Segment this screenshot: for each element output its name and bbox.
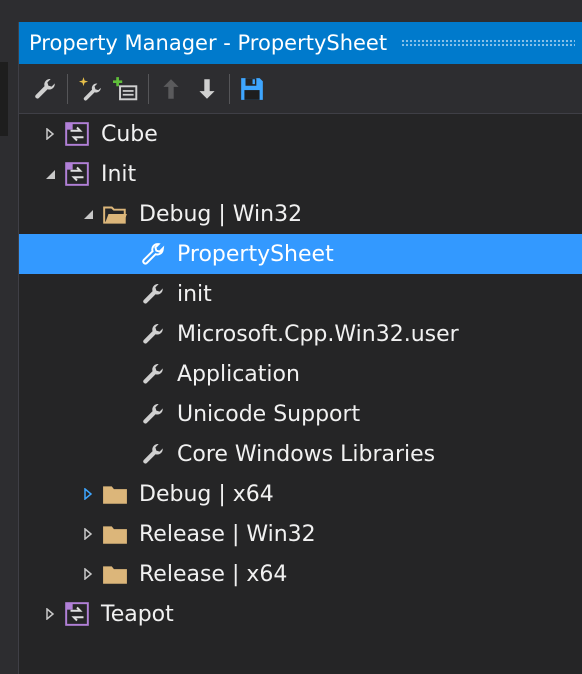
tree-item[interactable]: Unicode Support xyxy=(19,394,582,434)
property-sheet-icon xyxy=(139,280,167,308)
dock-notch xyxy=(0,62,8,136)
left-dock-strip xyxy=(0,0,19,674)
drag-grip[interactable] xyxy=(401,39,575,47)
save-icon xyxy=(241,77,263,100)
property-manager-panel: Property Manager - PropertySheet Cube Ini… xyxy=(18,22,582,674)
window-top-gap xyxy=(18,0,582,22)
toolbar-separator xyxy=(229,73,230,104)
tree-item-label: Init xyxy=(101,161,137,187)
wrench-icon xyxy=(35,78,55,99)
folder-icon xyxy=(101,560,129,588)
tree-item[interactable]: Release | Win32 xyxy=(19,514,582,554)
tree-item[interactable]: Teapot xyxy=(19,594,582,634)
tree-item-label: Debug | x64 xyxy=(139,481,274,507)
tree-expander-spacer xyxy=(119,407,133,421)
property-sheet-icon xyxy=(139,440,167,468)
tree-item[interactable]: Core Windows Libraries xyxy=(19,434,582,474)
property-sheet-icon xyxy=(139,240,167,268)
folder-icon xyxy=(101,480,129,508)
tree-item-label: Application xyxy=(177,361,300,387)
tree-item-label: Microsoft.Cpp.Win32.user xyxy=(177,321,459,347)
tree-item-label: Release | Win32 xyxy=(139,521,316,547)
expand-triangle-icon[interactable] xyxy=(81,527,95,541)
tree-item-label: init xyxy=(177,281,212,307)
tree-item[interactable]: Release | x64 xyxy=(19,554,582,594)
save-button[interactable] xyxy=(234,71,270,107)
tree-expander-spacer xyxy=(119,367,133,381)
tree-item[interactable]: PropertySheet xyxy=(19,234,582,274)
new-property-sheet-button[interactable] xyxy=(72,71,108,107)
tree-item[interactable]: Debug | x64 xyxy=(19,474,582,514)
properties-button[interactable] xyxy=(27,71,63,107)
property-sheet-icon xyxy=(139,400,167,428)
tree-item-label: Cube xyxy=(101,121,158,147)
tree-item[interactable]: Init xyxy=(19,154,582,194)
property-sheet-icon xyxy=(139,360,167,388)
folder-icon xyxy=(101,520,129,548)
property-sheet-icon xyxy=(139,320,167,348)
tree-item-label: Unicode Support xyxy=(177,401,361,427)
collapse-triangle-icon[interactable] xyxy=(43,167,57,181)
tree-expander-spacer xyxy=(119,287,133,301)
panel-title: Property Manager - PropertySheet xyxy=(29,31,388,55)
move-up-button[interactable] xyxy=(153,71,189,107)
arrow-down-icon xyxy=(199,78,215,99)
tree-expander-spacer xyxy=(119,247,133,261)
tree-item-label: Release | x64 xyxy=(139,561,288,587)
toolbar-separator xyxy=(67,73,68,104)
move-down-button[interactable] xyxy=(189,71,225,107)
panel-title-bar[interactable]: Property Manager - PropertySheet xyxy=(19,22,582,64)
tree-expander-spacer xyxy=(119,447,133,461)
project-icon xyxy=(63,120,91,148)
toolbar xyxy=(19,64,582,114)
collapse-triangle-icon[interactable] xyxy=(81,207,95,221)
tree-item-label: PropertySheet xyxy=(177,241,334,267)
folder-open-icon xyxy=(101,200,129,228)
add-existing-sheet-icon xyxy=(113,76,138,100)
add-existing-sheet-button[interactable] xyxy=(108,71,144,107)
tree-item-label: Core Windows Libraries xyxy=(177,441,436,467)
tree-item[interactable]: Application xyxy=(19,354,582,394)
arrow-up-icon xyxy=(163,78,179,99)
tree-expander-spacer xyxy=(119,327,133,341)
project-icon xyxy=(63,160,91,188)
tree-item-label: Debug | Win32 xyxy=(139,201,303,227)
expand-triangle-icon[interactable] xyxy=(43,607,57,621)
project-icon xyxy=(63,600,91,628)
toolbar-separator xyxy=(148,73,149,104)
tree-item-label: Teapot xyxy=(101,601,174,627)
tree-item[interactable]: Debug | Win32 xyxy=(19,194,582,234)
new-property-sheet-icon xyxy=(78,76,101,101)
tree-item[interactable]: Microsoft.Cpp.Win32.user xyxy=(19,314,582,354)
expand-triangle-icon[interactable] xyxy=(81,487,95,501)
tree-item[interactable]: init xyxy=(19,274,582,314)
expand-triangle-icon[interactable] xyxy=(43,127,57,141)
tree-item[interactable]: Cube xyxy=(19,114,582,154)
expand-triangle-icon[interactable] xyxy=(81,567,95,581)
